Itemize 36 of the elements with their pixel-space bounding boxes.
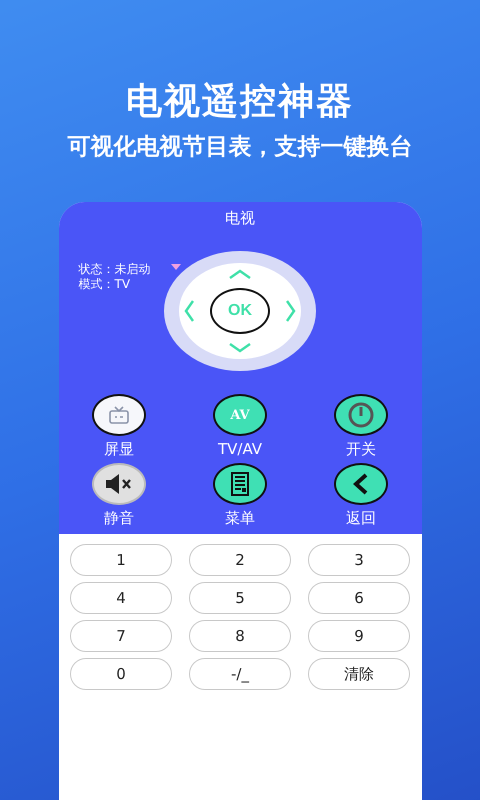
button-label: TV/AV (218, 439, 262, 459)
keypad-key[interactable]: 7 (70, 620, 172, 652)
mute-icon (104, 473, 134, 495)
mode-value: TV (114, 277, 130, 292)
keypad-key[interactable]: 2 (189, 544, 291, 576)
keypad-key[interactable]: 0 (70, 658, 172, 690)
status-value: 未启动 (114, 262, 150, 277)
button-label: 静音 (104, 508, 134, 528)
dropdown-icon[interactable] (170, 264, 180, 270)
mute-button[interactable] (92, 463, 146, 505)
menu-button[interactable] (213, 463, 267, 505)
keypad-key[interactable]: -/_ (189, 658, 291, 690)
remote-title: 电视 (225, 208, 255, 228)
mode-label: 模式： (78, 277, 114, 292)
keypad-key[interactable]: 9 (308, 620, 410, 652)
button-label: 开关 (346, 439, 376, 459)
keypad-key[interactable]: 4 (70, 582, 172, 614)
subtitle: 可视化电视节目表，支持一键换台 (68, 133, 412, 162)
button-label: 菜单 (225, 508, 255, 528)
keypad-key[interactable]: 1 (70, 544, 172, 576)
button-label: 返回 (346, 508, 376, 528)
tv-button[interactable] (92, 394, 146, 436)
menu-icon (231, 472, 249, 496)
keypad-key[interactable]: 清除 (308, 658, 410, 690)
keypad-key[interactable]: 5 (189, 582, 291, 614)
status-label: 状态： (78, 262, 114, 277)
keypad-key[interactable]: 3 (308, 544, 410, 576)
power-icon (348, 402, 374, 428)
keypad-key[interactable]: 8 (189, 620, 291, 652)
back-icon (352, 473, 370, 495)
tv-icon (108, 405, 130, 425)
keypad-key[interactable]: 6 (308, 582, 410, 614)
power-button[interactable] (334, 394, 388, 436)
back-button[interactable] (334, 463, 388, 505)
button-label: 屏显 (104, 439, 134, 459)
headline: 电视遥控神器 (126, 80, 354, 124)
